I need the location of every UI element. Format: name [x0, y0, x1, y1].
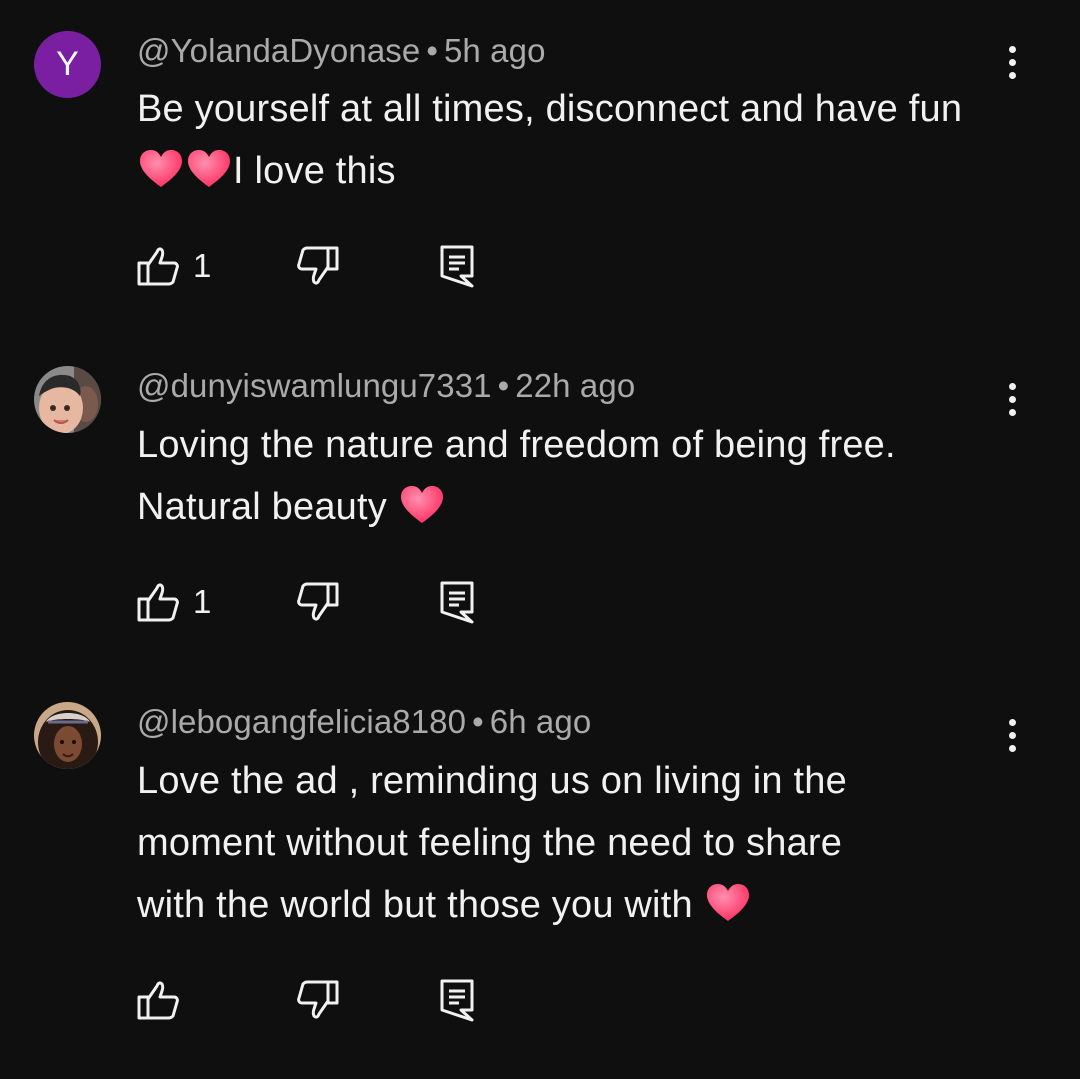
more-vert-icon [1008, 45, 1016, 53]
comment-text-line: Natural beauty [137, 476, 1007, 538]
heart-emoji [400, 486, 443, 523]
avatar[interactable] [34, 702, 101, 769]
comment-time: 5h ago [443, 32, 546, 69]
more-vert-icon [1008, 382, 1016, 390]
comment-text: Love the ad , reminding us on living in … [137, 750, 1007, 936]
thumbs-down-icon [297, 980, 339, 1019]
like-button[interactable] [137, 976, 193, 1024]
comment-text-line: with the world but those you with [137, 874, 1007, 936]
thumbs-down-icon [297, 582, 339, 621]
dislike-button[interactable] [295, 578, 339, 626]
comment-actions [137, 976, 537, 1024]
comment-author[interactable]: @lebogangfelicia8180 [137, 703, 466, 740]
heart-emoji [140, 150, 182, 187]
thumbs-up-icon [137, 583, 179, 622]
reply-icon [440, 979, 474, 1022]
comment-time: 22h ago [515, 367, 636, 404]
comment-text-part: with the world but those you with [137, 884, 704, 926]
like-button[interactable]: 1 [137, 578, 211, 626]
avatar[interactable] [34, 366, 101, 433]
thumbs-up-icon [137, 981, 179, 1020]
like-count: 1 [193, 247, 212, 284]
comment-text: Loving the nature and freedom of being f… [137, 414, 1007, 538]
like-button[interactable]: 1 [137, 242, 211, 290]
comment-actions: 1 [137, 242, 537, 290]
comment-text-line: moment without feeling the need to share [137, 822, 843, 864]
comment-text-part: Be yourself at all times, disconnect and… [137, 88, 963, 130]
comment-time: 6h ago [489, 703, 592, 740]
avatar-photo [34, 702, 101, 769]
comment-meta: @dunyiswamlungu7331 • 22h ago [137, 367, 635, 405]
comment-text-line: Loving the nature and freedom of being f… [137, 424, 896, 466]
meta-separator: • [426, 32, 438, 69]
heart-emoji [188, 150, 230, 187]
comment-text-part: I love this [233, 150, 396, 192]
comment-meta: @YolandaDyonase • 5h ago [137, 32, 546, 70]
reply-icon [440, 581, 474, 624]
avatar-letter: Y [56, 45, 79, 83]
comment-author[interactable]: @dunyiswamlungu7331 [137, 367, 492, 404]
avatar-photo [34, 366, 101, 433]
comment-author[interactable]: @YolandaDyonase [137, 32, 420, 69]
thumbs-up-icon [137, 247, 179, 286]
comment-actions: 1 [137, 578, 537, 626]
dislike-button[interactable] [295, 976, 339, 1024]
reply-icon [440, 245, 474, 288]
meta-separator: • [472, 703, 484, 740]
like-count: 1 [193, 583, 212, 620]
comment-text-line: Love the ad , reminding us on living in … [137, 760, 847, 802]
dislike-button[interactable] [295, 242, 339, 290]
more-vert-icon [1008, 718, 1016, 726]
thumbs-down-icon [297, 246, 339, 285]
meta-separator: • [497, 367, 510, 404]
reply-button[interactable] [439, 578, 475, 626]
reply-button[interactable] [439, 242, 475, 290]
heart-emoji [706, 884, 749, 921]
comment-text-part: Natural beauty [137, 486, 398, 528]
reply-button[interactable] [439, 976, 475, 1024]
avatar[interactable]: Y [34, 31, 101, 98]
comment-text: Be yourself at all times, disconnect and… [137, 78, 1007, 202]
comment-meta: @lebogangfelicia8180 • 6h ago [137, 703, 591, 741]
